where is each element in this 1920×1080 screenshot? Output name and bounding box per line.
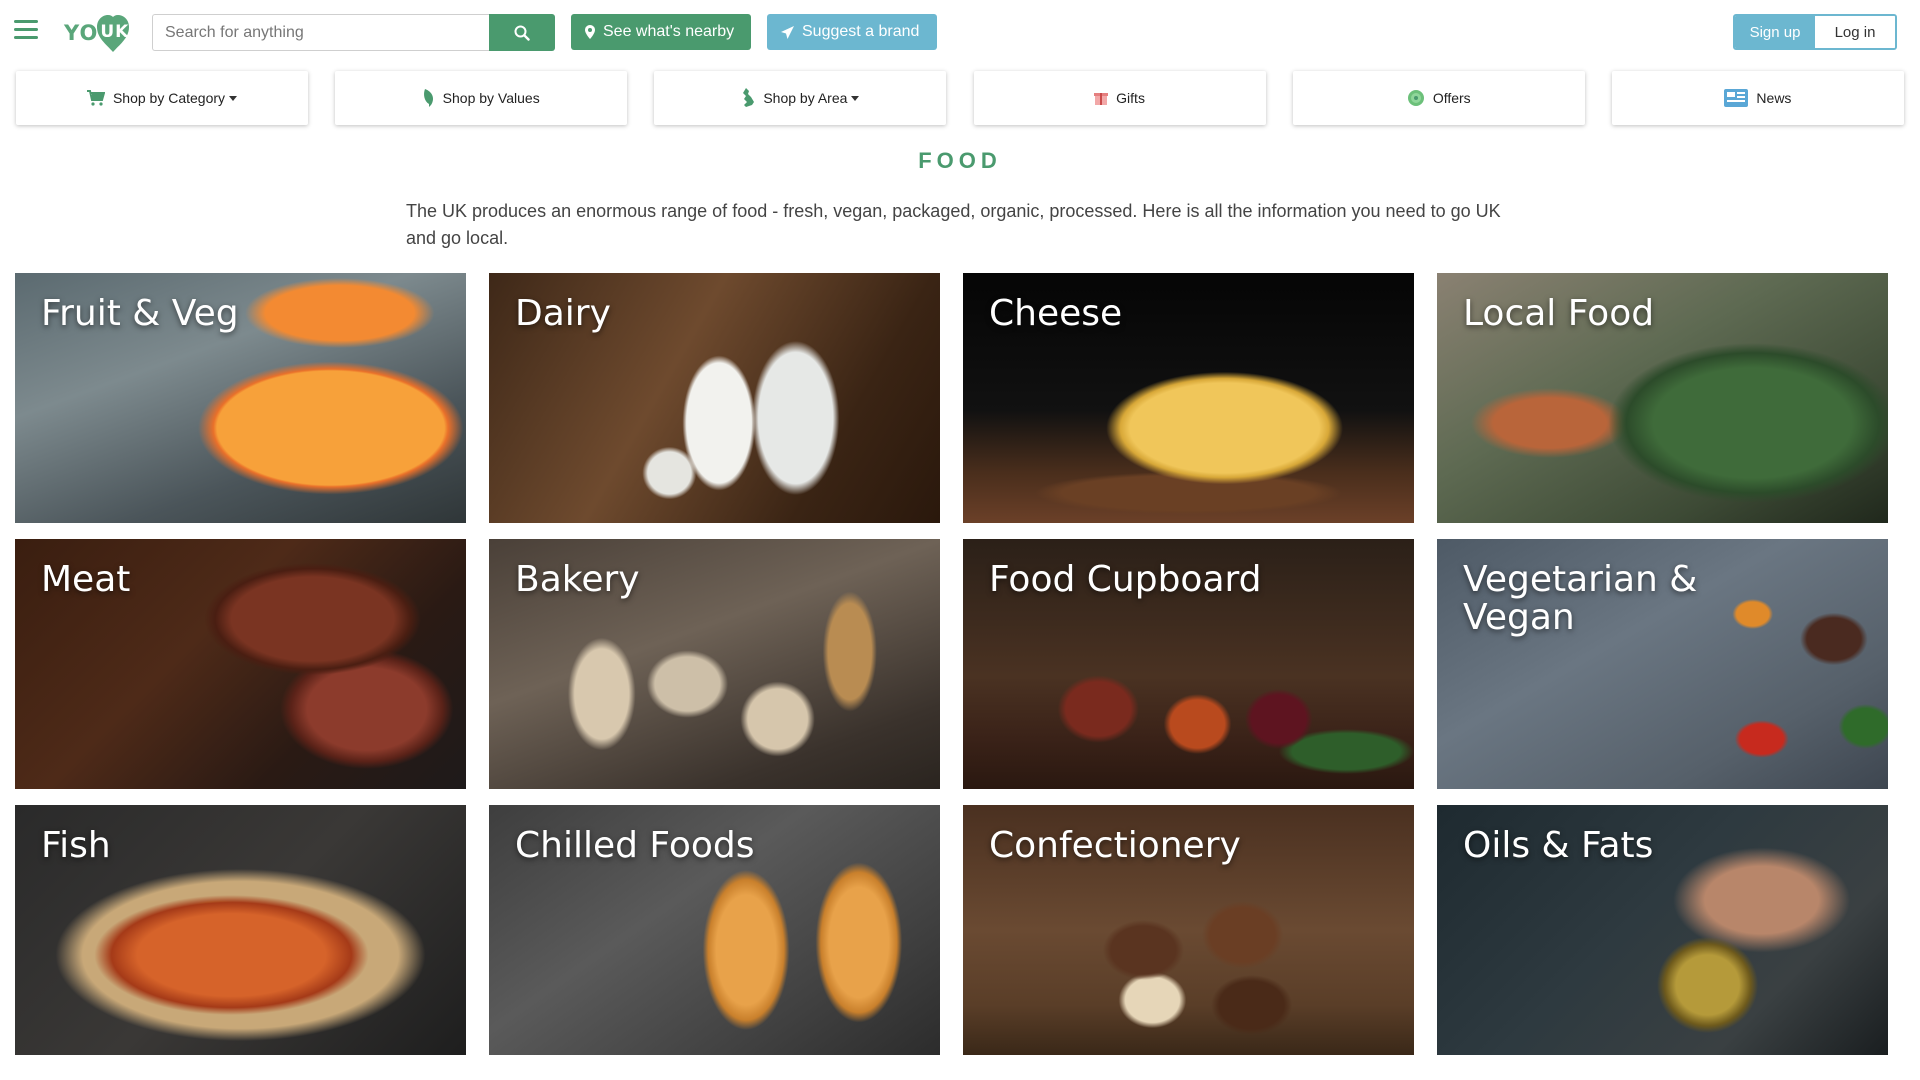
category-label: Oils & Fats: [1463, 825, 1654, 866]
category-label: Food Cupboard: [989, 559, 1262, 600]
page-title: FOOD: [918, 148, 1002, 173]
nav-label: Shop by Category: [112, 90, 226, 106]
top-header: YO UK See what's nearby Suggest a brand: [0, 0, 1920, 62]
category-label: Fish: [41, 825, 111, 866]
logo-heart-icon: UK: [96, 14, 130, 52]
category-label: Meat: [41, 559, 131, 600]
site-logo[interactable]: YO UK: [64, 12, 130, 54]
category-tile-confectionery[interactable]: Confectionery: [963, 805, 1414, 1055]
category-label: Confectionery: [989, 825, 1241, 866]
search-button[interactable]: [489, 14, 555, 51]
sign-up-button[interactable]: Sign up: [1735, 16, 1815, 48]
nav-shop-by-category[interactable]: Shop by Category: [16, 71, 308, 125]
cart-icon: [86, 90, 105, 106]
search-icon: [514, 25, 530, 41]
page-intro: The UK produces an enormous range of foo…: [406, 201, 1501, 248]
chevron-down-icon: [229, 95, 238, 101]
category-tile-food-cupboard[interactable]: Food Cupboard: [963, 539, 1414, 789]
logo-text: YO: [64, 21, 99, 45]
nav-label: Shop by Values: [442, 90, 540, 106]
nav-label: Offers: [1432, 90, 1471, 106]
category-label: Fruit & Veg: [41, 293, 239, 334]
nav-shop-by-values[interactable]: Shop by Values: [335, 71, 628, 125]
category-label: Cheese: [989, 293, 1123, 334]
category-label: Bakery: [515, 559, 640, 600]
nav-gifts[interactable]: Gifts: [973, 71, 1266, 125]
category-tile-bakery[interactable]: Bakery: [489, 539, 940, 789]
nav-shop-by-area[interactable]: Shop by Area: [654, 71, 947, 125]
map-pin-icon: [585, 25, 595, 39]
nav-label: Gifts: [1116, 90, 1145, 106]
category-tile-meat[interactable]: Meat: [15, 539, 466, 789]
category-tile-cheese[interactable]: Cheese: [963, 273, 1414, 523]
suggest-brand-button[interactable]: Suggest a brand: [767, 14, 937, 50]
category-tile-oils-fats[interactable]: Oils & Fats: [1437, 805, 1888, 1055]
category-tile-chilled-foods[interactable]: Chilled Foods: [489, 805, 940, 1055]
uk-map-icon: [741, 88, 755, 108]
leaf-icon: [423, 89, 435, 107]
gift-icon: [1094, 90, 1109, 106]
newspaper-icon: [1724, 89, 1749, 107]
nav-offers[interactable]: Offers: [1292, 71, 1585, 125]
category-label: Chilled Foods: [515, 825, 755, 866]
nav-label: News: [1756, 90, 1792, 106]
category-tile-dairy[interactable]: Dairy: [489, 273, 940, 523]
category-tile-local-food[interactable]: Local Food: [1437, 273, 1888, 523]
category-label: Vegetarian & Vegan: [1463, 559, 1698, 638]
log-in-button[interactable]: Log in: [1815, 16, 1895, 48]
logo-badge: UK: [100, 22, 130, 42]
category-tile-vegetarian-vegan[interactable]: Vegetarian & Vegan: [1437, 539, 1888, 789]
search-bar: [152, 14, 555, 51]
category-grid: Fruit & Veg Dairy Cheese Local Food Meat…: [15, 273, 1890, 1055]
suggest-brand-label: Suggest a brand: [802, 23, 920, 40]
see-nearby-button[interactable]: See what's nearby: [571, 14, 751, 50]
search-input[interactable]: [152, 14, 489, 51]
nav-news[interactable]: News: [1611, 71, 1904, 125]
auth-buttons: Sign up Log in: [1733, 14, 1897, 50]
category-label: Dairy: [515, 293, 611, 334]
category-label: Local Food: [1463, 293, 1655, 334]
hamburger-menu-icon[interactable]: [14, 20, 38, 40]
category-nav: Shop by Category Shop by Values Shop by …: [16, 71, 1904, 125]
chevron-down-icon: [851, 95, 860, 101]
paper-plane-icon: [781, 25, 794, 39]
badge-icon: [1407, 89, 1425, 107]
see-nearby-label: See what's nearby: [603, 23, 735, 40]
nav-label: Shop by Area: [763, 90, 848, 106]
category-tile-fruit-veg[interactable]: Fruit & Veg: [15, 273, 466, 523]
category-tile-fish[interactable]: Fish: [15, 805, 466, 1055]
